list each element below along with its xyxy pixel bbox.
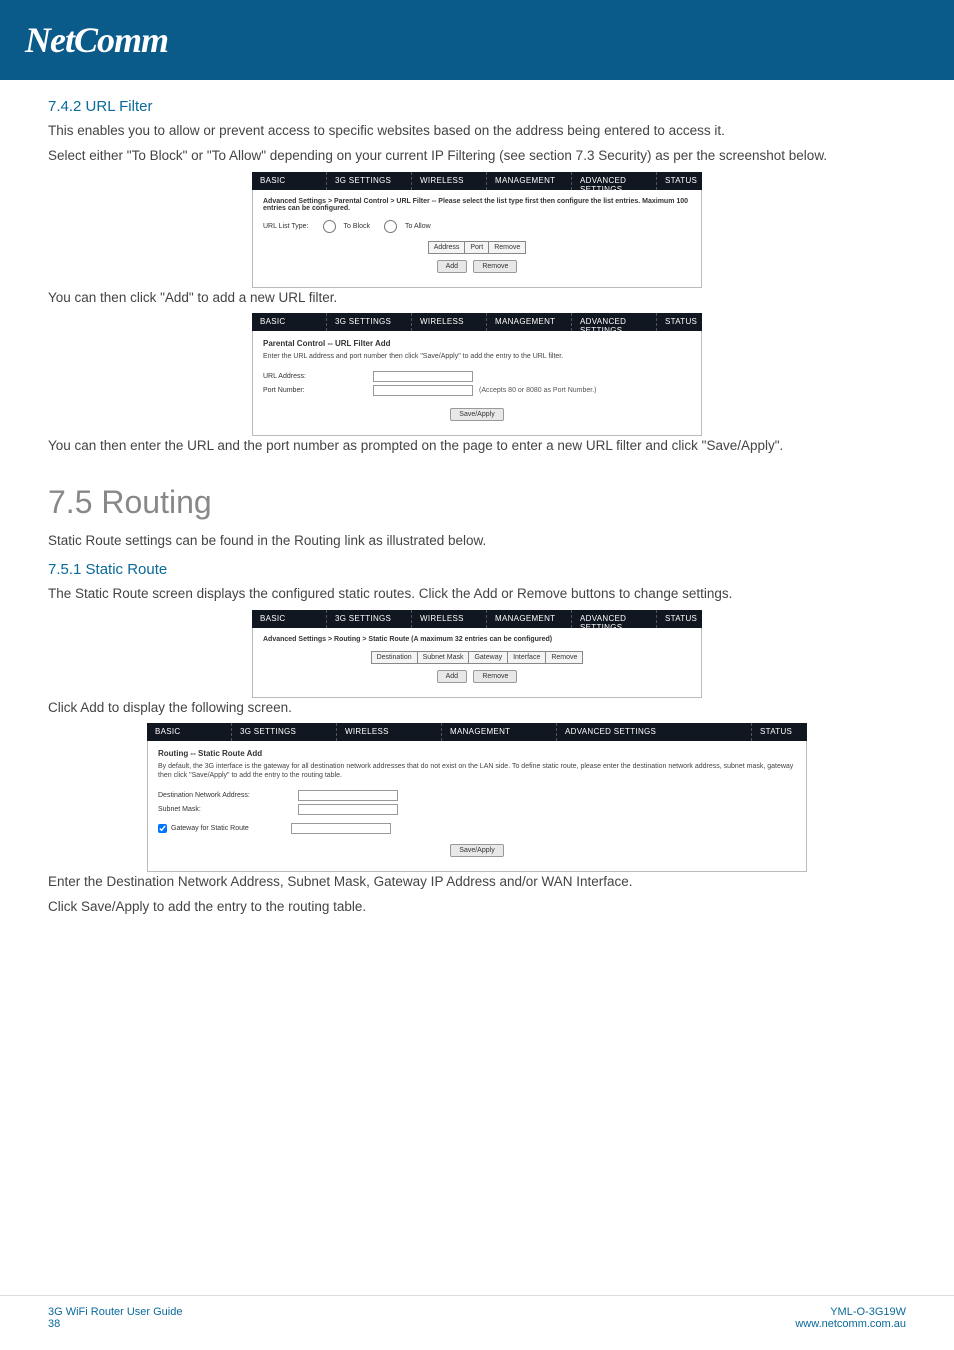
section-742-p4: You can then enter the URL and the port … [48,436,906,456]
footer-page-number: 38 [48,1318,182,1330]
section-75-p1: Static Route settings can be found in th… [48,531,906,551]
url-list-type-row: URL List Type: To Block To Allow [263,220,691,233]
tab-3gsettings[interactable]: 3G SETTINGS [327,610,412,628]
tab-status[interactable]: STATUS [657,313,702,331]
router-tabs: BASIC 3G SETTINGS WIRELESS MANAGEMENT AD… [252,313,702,331]
tab-wireless[interactable]: WIRELESS [412,313,487,331]
subnet-label: Subnet Mask: [158,806,298,813]
port-number-input[interactable] [373,385,473,396]
router-ui-urlfilter-list: BASIC 3G SETTINGS WIRELESS MANAGEMENT AD… [252,172,702,288]
footer-guide-title: 3G WiFi Router User Guide [48,1306,182,1318]
add-button[interactable]: Add [437,670,467,683]
gateway-checkbox[interactable] [158,824,167,833]
save-apply-button[interactable]: Save/Apply [450,844,503,857]
opt-block: To Block [344,223,370,230]
urllist-label: URL List Type: [263,223,309,230]
router-tabs: BASIC 3G SETTINGS WIRELESS MANAGEMENT AD… [252,610,702,628]
tab-status[interactable]: STATUS [657,172,702,190]
staticroute-add-title: Routing -- Static Route Add [158,749,796,758]
tab-basic[interactable]: BASIC [252,172,327,190]
section-742-title: 7.4.2 URL Filter [48,98,906,115]
urlfilter-add-desc: Enter the URL address and port number th… [263,352,691,361]
page-footer: 3G WiFi Router User Guide 38 YML-O-3G19W… [0,1295,954,1330]
section-751-title: 7.5.1 Static Route [48,561,906,578]
dest-addr-input[interactable] [298,790,398,801]
tab-basic[interactable]: BASIC [252,610,327,628]
th-port: Port [465,241,489,253]
save-apply-button[interactable]: Save/Apply [450,408,503,421]
radio-to-block[interactable] [323,220,336,233]
footer-model: YML-O-3G19W [795,1306,906,1318]
tab-advanced[interactable]: ADVANCED SETTINGS [572,313,657,331]
subnet-input[interactable] [298,804,398,815]
add-button[interactable]: Add [437,260,467,273]
staticroute-add-desc: By default, the 3G interface is the gate… [158,762,796,780]
section-742-p3: You can then click "Add" to add a new UR… [48,288,906,308]
tab-3gsettings[interactable]: 3G SETTINGS [232,723,337,741]
tab-advanced[interactable]: ADVANCED SETTINGS [572,172,657,190]
router-ui-urlfilter-add: BASIC 3G SETTINGS WIRELESS MANAGEMENT AD… [252,313,702,436]
tab-basic[interactable]: BASIC [252,313,327,331]
header-bar: NetComm [0,0,954,80]
th-interface: Interface [508,651,546,663]
dest-addr-label: Destination Network Address: [158,792,298,799]
router-tabs: BASIC 3G SETTINGS WIRELESS MANAGEMENT AD… [147,723,807,741]
th-subnet: Subnet Mask [417,651,469,663]
router-ui-staticroute-list: BASIC 3G SETTINGS WIRELESS MANAGEMENT AD… [252,610,702,698]
tab-wireless[interactable]: WIRELESS [337,723,442,741]
th-gateway: Gateway [469,651,508,663]
section-751-p3: Enter the Destination Network Address, S… [48,872,906,892]
th-remove: Remove [546,651,583,663]
tab-basic[interactable]: BASIC [147,723,232,741]
tab-status[interactable]: STATUS [657,610,702,628]
urlfilter-add-title: Parental Control -- URL Filter Add [263,339,691,348]
footer-url: www.netcomm.com.au [795,1318,906,1330]
url-address-input[interactable] [373,371,473,382]
tab-management[interactable]: MANAGEMENT [487,313,572,331]
tab-management[interactable]: MANAGEMENT [487,610,572,628]
th-address: Address [428,241,465,253]
tab-wireless[interactable]: WIRELESS [412,172,487,190]
opt-allow: To Allow [405,223,431,230]
tab-status[interactable]: STATUS [752,723,807,741]
router-ui-staticroute-add: BASIC 3G SETTINGS WIRELESS MANAGEMENT AD… [147,723,807,872]
radio-to-allow[interactable] [384,220,397,233]
th-destination: Destination [371,651,417,663]
tab-management[interactable]: MANAGEMENT [487,172,572,190]
tab-management[interactable]: MANAGEMENT [442,723,557,741]
section-742-p1: This enables you to allow or prevent acc… [48,121,906,141]
tab-3gsettings[interactable]: 3G SETTINGS [327,172,412,190]
gateway-input[interactable] [291,823,391,834]
tab-3gsettings[interactable]: 3G SETTINGS [327,313,412,331]
router-tabs: BASIC 3G SETTINGS WIRELESS MANAGEMENT AD… [252,172,702,190]
tab-advanced[interactable]: ADVANCED SETTINGS [572,610,657,628]
section-75-title: 7.5 Routing [48,484,906,521]
logo: NetComm [25,19,168,61]
section-751-p2: Click Add to display the following scree… [48,698,906,718]
th-remove: Remove [489,241,526,253]
port-note: (Accepts 80 or 8080 as Port Number.) [479,387,597,394]
remove-button[interactable]: Remove [473,670,517,683]
breadcrumb-staticroute: Advanced Settings > Routing > Static Rou… [263,636,691,643]
section-751-p1: The Static Route screen displays the con… [48,584,906,604]
tab-advanced[interactable]: ADVANCED SETTINGS [557,723,752,741]
urlfilter-table: Address Port Remove [428,241,527,254]
section-742-p2: Select either "To Block" or "To Allow" d… [48,146,906,166]
port-number-label: Port Number: [263,387,373,394]
staticroute-table: Destination Subnet Mask Gateway Interfac… [371,651,584,664]
tab-wireless[interactable]: WIRELESS [412,610,487,628]
section-751-p4: Click Save/Apply to add the entry to the… [48,897,906,917]
gateway-label: Gateway for Static Route [171,825,291,832]
remove-button[interactable]: Remove [473,260,517,273]
breadcrumb-urlfilter: Advanced Settings > Parental Control > U… [263,198,691,212]
page-content: 7.4.2 URL Filter This enables you to all… [0,80,954,918]
url-address-label: URL Address: [263,373,373,380]
